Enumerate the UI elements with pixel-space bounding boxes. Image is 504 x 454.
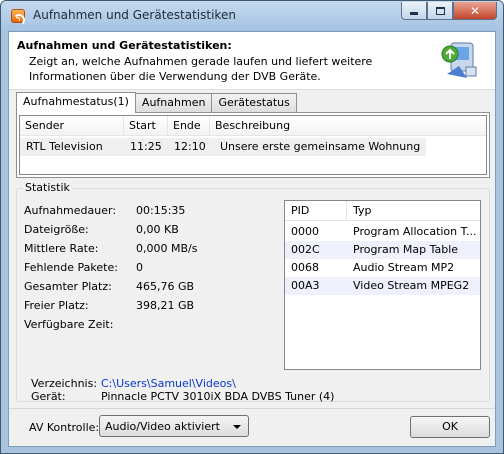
stat-value-free-space: 398,21 GB	[136, 299, 195, 312]
maximize-icon	[435, 6, 445, 15]
column-header-sender[interactable]: Sender	[20, 116, 124, 136]
device-arrows-icon	[441, 42, 477, 78]
stat-label-free-space: Freier Platz:	[24, 299, 89, 312]
recording-description: Unsere erste gemeinsame Wohnung	[220, 140, 421, 153]
minimize-icon	[410, 12, 418, 15]
pid-type: Program Allocation T...	[353, 225, 477, 238]
pid-row[interactable]: 00A3 Video Stream MPEG2	[285, 277, 480, 295]
footer-divider	[9, 408, 495, 409]
pid-value: 00A3	[291, 279, 320, 292]
pid-value: 0000	[291, 225, 319, 238]
recording-start: 11:25	[130, 140, 162, 153]
device-label: Gerät:	[31, 390, 66, 403]
ok-button[interactable]: OK	[410, 416, 490, 438]
column-header-type[interactable]: Typ	[347, 201, 480, 220]
pid-list-header: PID Typ	[285, 201, 480, 221]
maximize-button[interactable]	[427, 2, 453, 20]
device-value: Pinnacle PCTV 3010iX BDA DVBS Tuner (4)	[101, 390, 335, 403]
recording-status-panel: Sender Start Ende Beschreibung RTL Telev…	[16, 112, 490, 178]
stat-label-missing-packets: Fehlende Pakete:	[24, 261, 118, 274]
pid-row[interactable]: 0068 Audio Stream MP2	[285, 259, 480, 277]
stat-value-duration: 00:15:35	[136, 204, 186, 217]
directory-link[interactable]: C:\Users\Samuel\Videos\	[101, 377, 236, 390]
header-title: Aufnahmen und Gerätestatistiken:	[17, 39, 232, 52]
pid-type: Video Stream MPEG2	[353, 279, 470, 292]
recording-end: 12:10	[174, 140, 206, 153]
tab-strip: Aufnahmestatus(1) Aufnahmen Gerätestatus	[16, 92, 297, 113]
av-control-dropdown[interactable]: Audio/Video aktiviert	[99, 415, 249, 437]
column-header-pid[interactable]: PID	[285, 201, 347, 220]
dialog-client-area: Aufnahmen und Gerätestatistiken: Zeigt a…	[8, 31, 496, 447]
pid-value: 002C	[291, 243, 320, 256]
stat-label-rate: Mittlere Rate:	[24, 242, 99, 255]
minimize-button[interactable]	[401, 2, 427, 20]
title-bar[interactable]: Aufnahmen und Gerätestatistiken ✕	[1, 1, 503, 31]
close-button[interactable]: ✕	[453, 2, 497, 20]
pid-row[interactable]: 0000 Program Allocation T...	[285, 223, 480, 241]
stat-label-filesize: Dateigröße:	[24, 223, 89, 236]
window-controls: ✕	[401, 2, 497, 20]
recording-row[interactable]: RTL Television 11:25 12:10 Unsere erste …	[20, 138, 426, 156]
stat-label-total-space: Gesamter Platz:	[24, 280, 112, 293]
stat-label-duration: Aufnahmedauer:	[24, 204, 117, 217]
window-title: Aufnahmen und Gerätestatistiken	[33, 8, 236, 22]
pid-row[interactable]: 002C Program Map Table	[285, 241, 480, 259]
dialog-header: Aufnahmen und Gerätestatistiken: Zeigt a…	[9, 32, 495, 90]
av-control-label: AV Kontrolle:	[29, 421, 100, 434]
statistics-group: Statistik Aufnahmedauer: 00:15:35 Dateig…	[16, 181, 490, 403]
pid-type: Audio Stream MP2	[353, 261, 455, 274]
stat-value-total-space: 465,76 GB	[136, 280, 195, 293]
directory-label: Verzeichnis:	[31, 377, 98, 390]
pid-value: 0068	[291, 261, 319, 274]
statistics-group-title: Statistik	[23, 181, 72, 194]
rss-broadcast-icon	[11, 9, 25, 26]
recordings-list-header: Sender Start Ende Beschreibung	[20, 116, 486, 136]
tab-device-status[interactable]: Gerätestatus	[211, 93, 297, 113]
dialog-window: Aufnahmen und Gerätestatistiken ✕ Aufnah…	[0, 0, 504, 454]
column-header-start[interactable]: Start	[124, 116, 168, 136]
recordings-list[interactable]: Sender Start Ende Beschreibung RTL Telev…	[19, 115, 487, 175]
pid-type: Program Map Table	[353, 243, 459, 256]
column-header-description[interactable]: Beschreibung	[210, 116, 486, 136]
stat-value-missing-packets: 0	[136, 261, 143, 274]
tab-recording-status[interactable]: Aufnahmestatus(1)	[16, 92, 136, 113]
column-header-end[interactable]: Ende	[168, 116, 210, 136]
pid-list[interactable]: PID Typ 0000 Program Allocation T... 002…	[284, 200, 481, 370]
chevron-down-icon	[233, 425, 241, 429]
tab-recordings[interactable]: Aufnahmen	[134, 93, 213, 113]
stat-value-filesize: 0,00 KB	[136, 223, 179, 236]
close-icon: ✕	[469, 3, 481, 18]
header-description: Zeigt an, welche Aufnahmen gerade laufen…	[29, 55, 373, 83]
recording-sender: RTL Television	[26, 140, 103, 153]
stat-value-rate: 0,000 MB/s	[136, 242, 198, 255]
av-control-selected: Audio/Video aktiviert	[105, 420, 220, 433]
stat-label-available-time: Verfügbare Zeit:	[24, 318, 114, 331]
